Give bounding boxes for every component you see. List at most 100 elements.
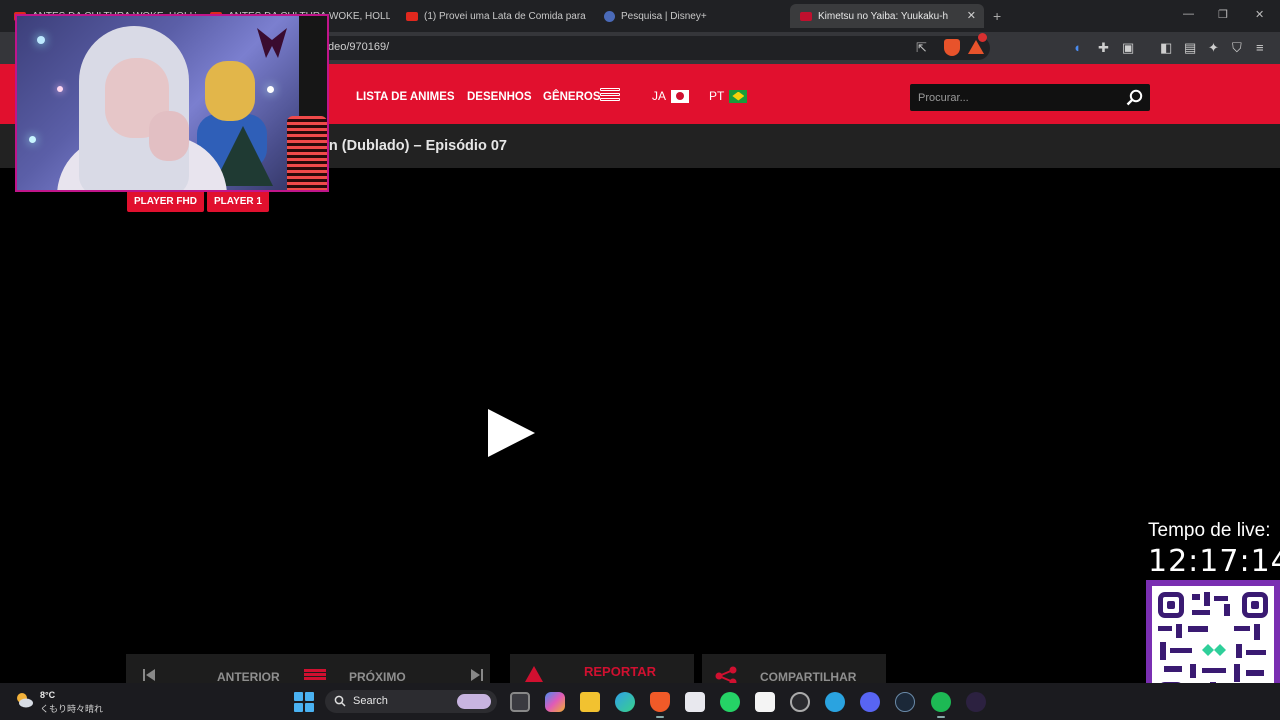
browser-tab-active[interactable]: Kimetsu no Yaiba: Yuukaku-h ✕ — [790, 4, 984, 28]
previous-button[interactable]: ANTERIOR — [217, 670, 280, 684]
leo-ai-icon[interactable]: ✦ — [1208, 40, 1219, 56]
whatsapp-icon[interactable] — [720, 692, 740, 712]
plush-toy — [205, 61, 255, 121]
notification-badge — [978, 33, 987, 42]
active-app-indicator — [656, 716, 664, 718]
warning-icon — [525, 666, 543, 682]
obs-icon[interactable] — [790, 692, 810, 712]
capcut-icon[interactable] — [755, 692, 775, 712]
screenshot-icon[interactable]: ▣ — [1122, 40, 1134, 56]
qr-module — [1158, 626, 1172, 631]
youtube-icon — [406, 11, 418, 21]
sidebar-icon[interactable]: ◧ — [1160, 40, 1172, 56]
qr-module — [1190, 664, 1196, 678]
light-decoration — [57, 86, 63, 92]
steam-icon[interactable] — [895, 692, 915, 712]
qr-module — [1224, 604, 1230, 616]
episode-list-icon[interactable] — [304, 669, 326, 681]
qr-module — [1170, 648, 1192, 653]
address-bar[interactable]: deo/970169/ ⇱ — [300, 33, 990, 60]
wallet-icon[interactable]: ▤ — [1184, 40, 1196, 56]
brazil-flag-icon — [729, 89, 748, 103]
discord-icon[interactable] — [860, 692, 880, 712]
search-icon[interactable] — [1126, 89, 1143, 106]
site-search — [910, 84, 1150, 111]
qr-module — [1164, 666, 1182, 672]
next-button[interactable]: PRÓXIMO — [349, 670, 406, 684]
qr-module — [1192, 594, 1200, 600]
qr-module — [1236, 644, 1242, 658]
minimize-icon[interactable]: — — [1183, 8, 1194, 20]
qr-module — [1176, 624, 1182, 638]
qr-module — [1214, 596, 1228, 601]
microphone-light — [287, 116, 327, 190]
screen: ANTES DA CULTURA WOKE, HOLLYW ANTES DA C… — [0, 0, 1280, 720]
audio-icon[interactable]: ◖ — [1073, 40, 1081, 55]
qr-module — [1202, 668, 1226, 673]
webcam-overlay — [15, 14, 329, 192]
file-explorer-icon[interactable] — [580, 692, 600, 712]
edge-icon[interactable] — [615, 692, 635, 712]
qr-module — [1254, 624, 1260, 640]
share-control[interactable]: COMPARTILHAR — [702, 654, 886, 684]
taskbar-search[interactable]: Search — [325, 690, 497, 713]
weather-icon[interactable] — [14, 691, 34, 709]
close-window-icon[interactable]: ✕ — [1255, 8, 1264, 21]
next-icon[interactable] — [470, 668, 484, 682]
brave-rewards-icon[interactable] — [968, 40, 984, 54]
nav-genres[interactable]: GÊNEROS — [543, 91, 601, 103]
telegram-icon[interactable] — [825, 692, 845, 712]
qr-module — [1234, 626, 1250, 631]
language-ja[interactable]: JA — [652, 89, 690, 103]
app-icon[interactable] — [966, 692, 986, 712]
url-text: deo/970169/ — [328, 41, 390, 53]
windows-start-icon[interactable] — [294, 692, 314, 712]
qr-module — [1160, 642, 1166, 660]
menu-icon[interactable]: ≡ — [1256, 40, 1264, 55]
browser-tab[interactable]: (1) Provei uma Lata de Comida para — [396, 4, 586, 28]
new-tab-button[interactable]: + — [993, 8, 1001, 24]
brave-shield-icon[interactable] — [944, 39, 960, 56]
store-icon[interactable] — [685, 692, 705, 712]
nav-anime-list[interactable]: LISTA DE ANIMES — [356, 91, 455, 103]
vpn-icon[interactable]: ⛉ — [1232, 40, 1242, 56]
episode-navigation: ANTERIOR PRÓXIMO — [126, 654, 490, 684]
copilot-icon[interactable] — [545, 692, 565, 712]
qr-module — [1188, 626, 1208, 632]
share-page-icon[interactable]: ⇱ — [916, 40, 927, 56]
restore-icon[interactable]: ❐ — [1218, 8, 1228, 21]
brave-icon[interactable] — [650, 692, 670, 712]
play-icon[interactable] — [488, 409, 535, 457]
episode-title: hen (Dublado) – Episódio 07 — [312, 138, 507, 154]
player-fhd-button[interactable]: PLAYER FHD — [127, 190, 204, 212]
qr-module — [1192, 610, 1210, 615]
light-decoration — [267, 86, 274, 93]
qr-module — [1246, 650, 1266, 655]
weather-temperature: 8°C — [40, 690, 56, 700]
qr-finder — [1242, 592, 1268, 618]
light-decoration — [29, 136, 36, 143]
share-button[interactable]: COMPARTILHAR — [760, 670, 856, 684]
qr-module — [1246, 670, 1264, 676]
spotify-icon[interactable] — [931, 692, 951, 712]
report-button[interactable]: REPORTAR — [584, 664, 656, 679]
extensions-icon[interactable]: ✚ — [1098, 40, 1109, 56]
report-control[interactable]: REPORTAR — [510, 654, 694, 684]
search-icon — [334, 695, 346, 707]
task-view-icon[interactable] — [510, 692, 530, 712]
search-input[interactable] — [910, 84, 1120, 111]
live-time-label: Tempo de live: — [1148, 520, 1271, 541]
nav-cartoons[interactable]: DESENHOS — [467, 91, 532, 103]
ribbon-decoration — [257, 28, 287, 58]
language-pt[interactable]: PT — [709, 89, 748, 103]
browser-tab[interactable]: Pesquisa | Disney+ — [594, 4, 784, 28]
player-1-button[interactable]: PLAYER 1 — [207, 190, 269, 212]
share-icon — [715, 666, 737, 684]
close-tab-icon[interactable]: ✕ — [967, 9, 976, 22]
genres-icon — [600, 88, 620, 104]
japan-flag-icon — [671, 89, 690, 103]
video-player[interactable]: PLAYER FHD PLAYER 1 — [0, 168, 1280, 683]
previous-icon[interactable] — [142, 668, 156, 682]
search-highlight-icon — [457, 694, 491, 709]
site-favicon-icon — [800, 11, 812, 21]
